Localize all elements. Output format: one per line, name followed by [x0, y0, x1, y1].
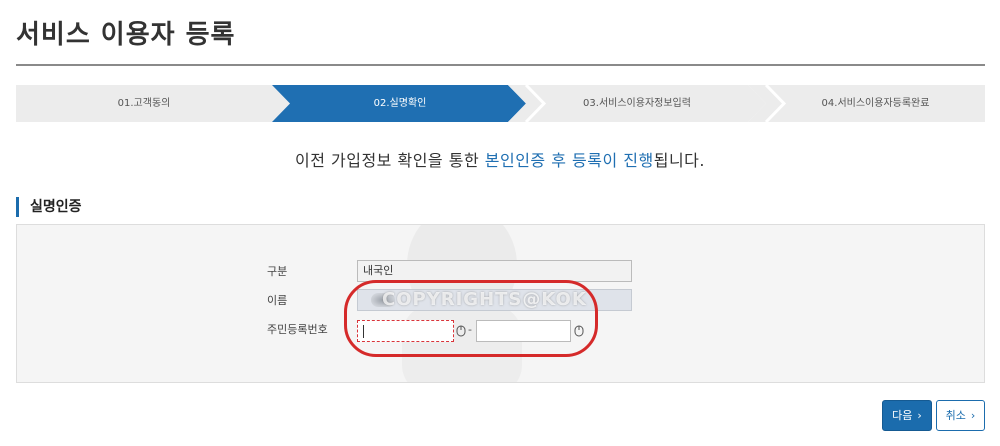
- cancel-button[interactable]: 취소 ›: [936, 400, 985, 431]
- chevron-right-icon: ›: [970, 409, 976, 422]
- progress-steps: 01.고객동의 02.실명확인 03.서비스이용자정보입력 04.서비스이용자등…: [16, 85, 985, 122]
- next-button[interactable]: 다음 ›: [882, 400, 932, 431]
- highlight-annotation: [344, 280, 598, 357]
- step-3-label: 03.서비스이용자정보입력: [583, 98, 691, 109]
- next-label: 다음: [892, 409, 913, 422]
- name-label: 이름: [267, 294, 288, 307]
- title-divider: [16, 64, 985, 66]
- step-1-label: 01.고객동의: [117, 98, 171, 109]
- type-field: 내국인: [357, 260, 632, 282]
- id-number-label: 주민등록번호: [267, 323, 328, 336]
- step-4-label: 04.서비스이용자등록완료: [821, 98, 930, 109]
- intro-prefix: 이전 가입정보 확인을 통한: [295, 151, 485, 170]
- intro-message: 이전 가입정보 확인을 통한 본인인증 후 등록이 진행됩니다.: [0, 147, 1000, 171]
- step-2-label: 02.실명확인: [373, 98, 427, 109]
- page-title: 서비스 이용자 등록: [16, 20, 236, 50]
- type-label: 구분: [267, 265, 288, 278]
- section-title: 실명인증: [16, 197, 82, 217]
- intro-suffix: 됩니다.: [653, 151, 705, 170]
- chevron-right-icon: ›: [917, 409, 922, 422]
- intro-highlight: 본인인증 후 등록이 진행: [484, 151, 654, 170]
- cancel-label: 취소: [945, 409, 966, 422]
